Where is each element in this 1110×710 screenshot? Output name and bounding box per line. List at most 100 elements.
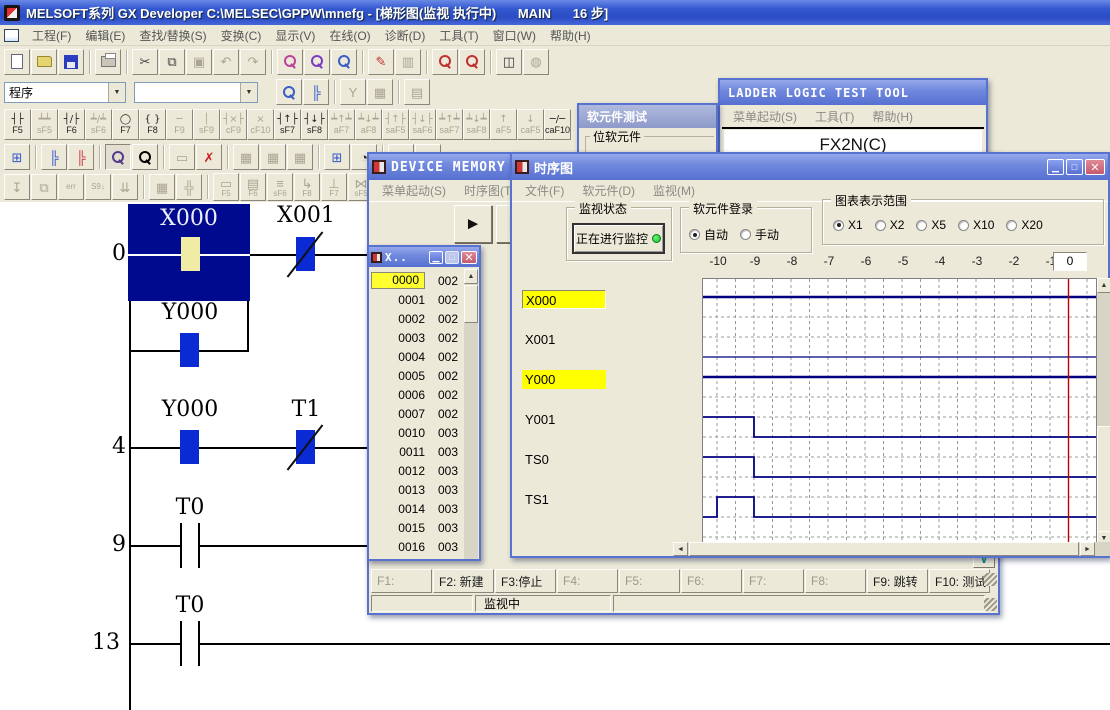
- signal-label-y001[interactable]: Y001: [522, 410, 606, 429]
- main-menu-item[interactable]: 窗口(W): [486, 25, 543, 46]
- signal-label-ts0[interactable]: TS0: [522, 450, 606, 469]
- device-row[interactable]: 0011003: [371, 442, 464, 461]
- scrollbar-thumb[interactable]: [464, 285, 478, 323]
- scrollbar-thumb[interactable]: [689, 542, 1079, 556]
- fkey-F6[interactable]: ┤/├F6: [58, 109, 85, 140]
- device-row[interactable]: 0005002: [371, 366, 464, 385]
- radio-X20[interactable]: X20: [1006, 218, 1042, 232]
- main-menu-item[interactable]: 诊断(D): [378, 25, 433, 46]
- scroll-left-icon[interactable]: ◄: [673, 542, 688, 556]
- chart-horizontal-scrollbar[interactable]: ◄ ►: [673, 542, 1110, 556]
- device-row[interactable]: 0002002: [371, 309, 464, 328]
- main-menu-item[interactable]: 编辑(E): [78, 25, 132, 46]
- timing-chart-plot-area[interactable]: [702, 278, 1097, 546]
- radio-X2[interactable]: X2: [875, 218, 905, 232]
- device-row[interactable]: 0003002: [371, 328, 464, 347]
- maximize-icon[interactable]: □: [445, 251, 459, 264]
- scroll-right-icon[interactable]: ►: [1080, 542, 1095, 556]
- copy-icon[interactable]: ⧉: [159, 49, 185, 75]
- signal-label-x001[interactable]: X001: [522, 330, 606, 349]
- device-row[interactable]: 0004002: [371, 347, 464, 366]
- scroll-up-icon[interactable]: ▲: [464, 269, 478, 284]
- main-menu-item[interactable]: 显示(V): [268, 25, 322, 46]
- new-icon[interactable]: [4, 49, 30, 75]
- main-menu-item[interactable]: 工具(T): [432, 25, 485, 46]
- ladder-branch-icon[interactable]: ╠: [303, 79, 329, 105]
- project-tree-icon[interactable]: ╠: [41, 144, 67, 170]
- signal-label-ts1[interactable]: TS1: [522, 490, 606, 509]
- contact-x000-selected[interactable]: X000: [128, 204, 250, 301]
- contact-t0[interactable]: [180, 523, 182, 568]
- x-device-list-window[interactable]: X.. ▁ □ ✕ 000000200010020002002000300200…: [367, 245, 481, 561]
- project-tree-edit-icon[interactable]: ╠: [68, 144, 94, 170]
- find-replace-icon[interactable]: [304, 49, 330, 75]
- radio-自动[interactable]: 自动: [689, 226, 728, 243]
- device-row[interactable]: 0006002: [371, 385, 464, 404]
- device-row[interactable]: 0000002: [371, 271, 464, 290]
- fkey-F8[interactable]: { }F8: [139, 109, 166, 140]
- zoom-in-icon[interactable]: [432, 49, 458, 75]
- device-find-icon[interactable]: [331, 49, 357, 75]
- dm-fkey-10[interactable]: F10: 测试: [929, 569, 990, 593]
- device-row[interactable]: 0015003: [371, 518, 464, 537]
- zoom-out-icon[interactable]: [459, 49, 485, 75]
- device-row[interactable]: 0001002: [371, 290, 464, 309]
- ladder-window-icon[interactable]: ⊞: [4, 144, 30, 170]
- program-check-icon[interactable]: ⊞: [324, 144, 350, 170]
- save-icon[interactable]: [58, 49, 84, 75]
- chevron-down-icon[interactable]: ▼: [108, 83, 125, 102]
- sheet-find-icon[interactable]: [276, 79, 302, 105]
- main-menu-item[interactable]: 工程(F): [25, 25, 78, 46]
- child-window-icon[interactable]: [4, 29, 19, 42]
- split-window-icon[interactable]: ◫: [496, 49, 522, 75]
- device-row[interactable]: 0012003: [371, 461, 464, 480]
- device-row[interactable]: 0010003: [371, 423, 464, 442]
- cut-icon[interactable]: ✂: [132, 49, 158, 75]
- main-menu-item[interactable]: 在线(O): [322, 25, 377, 46]
- device-row[interactable]: 0013003: [371, 480, 464, 499]
- fkey-caF10[interactable]: ─/─caF10: [544, 109, 571, 140]
- main-menu-item[interactable]: 帮助(H): [543, 25, 598, 46]
- monitor-mode-icon[interactable]: [105, 144, 131, 170]
- device-selector[interactable]: ▼: [134, 82, 258, 103]
- maximize-icon[interactable]: □: [1066, 159, 1083, 175]
- ladder-edit-icon[interactable]: ✎: [368, 49, 394, 75]
- device-row[interactable]: 0014003: [371, 499, 464, 518]
- contact-y000-parallel[interactable]: [180, 333, 199, 367]
- contact-t0b[interactable]: [180, 621, 182, 666]
- scroll-up-icon[interactable]: ▲: [1097, 278, 1110, 293]
- ladder-logic-test-tool-window[interactable]: LADDER LOGIC TEST TOOL 菜单起动(S)工具(T)帮助(H)…: [718, 78, 988, 152]
- llt-titlebar[interactable]: LADDER LOGIC TEST TOOL: [720, 80, 986, 105]
- scrollbar-thumb[interactable]: [1097, 426, 1110, 532]
- contact-y000[interactable]: [180, 430, 199, 464]
- main-titlebar[interactable]: MELSOFT系列 GX Developer C:\MELSEC\GPPW\mn…: [0, 0, 1110, 25]
- llt-menu-item[interactable]: 工具(T): [806, 106, 863, 127]
- close-icon[interactable]: ✕: [1085, 159, 1105, 175]
- x-list-scrollbar[interactable]: ▲: [464, 269, 478, 559]
- monitoring-button[interactable]: 正在进行监控: [572, 223, 665, 254]
- minimize-icon[interactable]: ▁: [429, 251, 443, 264]
- find-icon[interactable]: [277, 49, 303, 75]
- program-selector[interactable]: 程序 ▼: [4, 82, 126, 103]
- fkey-sF8[interactable]: ┤↓├sF8: [301, 109, 328, 140]
- chart-vertical-scrollbar[interactable]: ▲ ▼: [1097, 278, 1110, 546]
- signal-label-x000[interactable]: X000: [522, 290, 606, 309]
- run-button[interactable]: ►: [454, 205, 492, 243]
- main-menu-item[interactable]: 变换(C): [214, 25, 269, 46]
- dm-menu-item[interactable]: 菜单起动(S): [373, 180, 455, 201]
- tc-menu-item[interactable]: 监视(M): [644, 180, 704, 201]
- device-test-window[interactable]: 软元件测试 位软元件: [577, 103, 718, 152]
- close-icon[interactable]: ✕: [461, 251, 477, 264]
- radio-X1[interactable]: X1: [833, 218, 863, 232]
- radio-X5[interactable]: X5: [916, 218, 946, 232]
- fkey-sF7[interactable]: ┤↑├sF7: [274, 109, 301, 140]
- fkey-F7[interactable]: ◯F7: [112, 109, 139, 140]
- device-row[interactable]: 0016003: [371, 537, 464, 556]
- x-list-titlebar[interactable]: X.. ▁ □ ✕: [369, 247, 479, 267]
- fkey-F5[interactable]: ┤├F5: [4, 109, 31, 140]
- radio-手动[interactable]: 手动: [740, 226, 779, 243]
- timing-chart-window[interactable]: 时序图 ▁ □ ✕ 文件(F)软元件(D)监视(M) 监视状态 正在进行监控 软…: [510, 152, 1110, 558]
- minimize-icon[interactable]: ▁: [1047, 159, 1064, 175]
- resize-grip[interactable]: [984, 598, 997, 611]
- tc-menu-item[interactable]: 文件(F): [516, 180, 573, 201]
